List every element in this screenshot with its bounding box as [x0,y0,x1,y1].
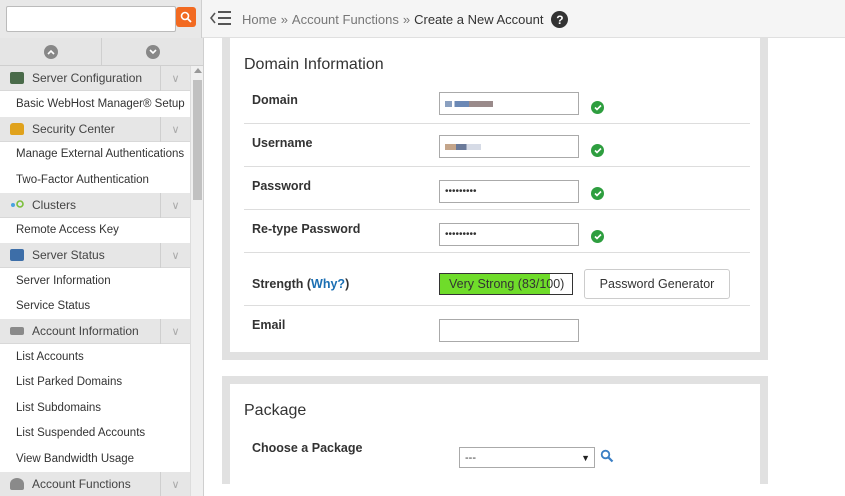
chevron-down-icon[interactable]: ∨ [160,243,190,268]
category-label: Server Status [32,248,105,262]
check-icon [591,187,604,200]
password-label: Password [252,179,312,193]
scroll-up-icon[interactable] [194,68,202,73]
chevron-down-icon[interactable]: ∨ [160,116,190,142]
retype-password-label: Re-type Password [252,222,361,236]
sidebar: Server Configuration ∨ Basic WebHost Man… [0,38,204,496]
password-row: Password ••••••••• [244,167,750,210]
category-label: Clusters [32,197,77,212]
sidebar-scrollbar[interactable] [190,66,203,496]
panel-title: Domain Information [244,56,384,73]
breadcrumb-section[interactable]: Account Functions [292,12,399,27]
password-field[interactable]: ••••••••• [439,180,579,203]
category-label: Security Center [32,121,115,136]
category-label: Account Functions [32,476,131,491]
breadcrumb-current: Create a New Account [414,12,544,27]
chevron-down-icon [145,44,160,59]
retype-password-field[interactable]: ••••••••• [439,223,579,246]
domain-field[interactable] [439,92,579,115]
chevron-down-icon[interactable]: ∨ [160,471,190,496]
sidebar-item-list-parked-domains[interactable]: List Parked Domains [0,369,190,395]
check-icon [591,101,604,114]
user-icon [10,477,24,490]
sidebar-item-server-information[interactable]: Server Information [0,268,190,294]
sidebar-category-server-status[interactable]: Server Status ∨ [0,243,190,268]
password-strength-meter: Very Strong (83/100) [439,273,573,295]
redacted-value [445,143,481,150]
strength-label: Strength (Why?) [252,277,350,291]
breadcrumb: Home » Account Functions » Create a New … [242,11,569,28]
why-link[interactable]: Why? [311,277,345,291]
strength-row: Strength (Why?) Very Strong (83/100) Pas… [244,263,750,306]
sidebar-tab-down[interactable] [102,38,203,65]
search-input[interactable] [6,6,176,32]
sidebar-item-basic-webhost-manager-setup[interactable]: Basic WebHost Manager® Setup [0,91,190,117]
sidebar-item-remote-access-key[interactable]: Remote Access Key [0,217,190,243]
strength-text: Very Strong (83/100) [449,277,565,291]
sidebar-category-account-information[interactable]: Account Information ∨ [0,319,190,344]
password-generator-button[interactable]: Password Generator [584,269,730,299]
breadcrumb-home[interactable]: Home [242,12,277,27]
package-selected-value: --- [465,451,476,464]
search-button[interactable] [176,7,196,27]
collapse-sidebar-icon[interactable] [210,9,232,27]
chevron-down-icon[interactable]: ∨ [160,319,190,344]
sidebar-category-server-configuration[interactable]: Server Configuration ∨ [0,66,190,91]
sidebar-category-clusters[interactable]: Clusters ∨ [0,192,190,218]
monitor-icon [10,249,24,261]
username-field[interactable] [439,135,579,158]
email-label: Email [252,318,286,332]
chevron-up-icon [43,44,58,59]
sidebar-category-account-functions[interactable]: Account Functions ∨ [0,471,190,496]
redacted-value [445,100,493,107]
panel-title: Package [244,402,307,419]
top-bar: Home » Account Functions » Create a New … [202,0,845,38]
sidebar-search-area [0,0,202,38]
category-label: Server Configuration [32,71,143,85]
email-row: Email [244,306,750,349]
sidebar-tabs [0,38,203,66]
account-info-icon [10,327,24,335]
choose-package-label: Choose a Package [252,441,363,455]
domain-row: Domain [244,81,750,124]
sidebar-item-list-suspended-accounts[interactable]: List Suspended Accounts [0,420,190,446]
search-icon [180,11,192,23]
domain-information-panel: Domain Information Domain Username Passw… [222,38,768,360]
breadcrumb-separator: » [402,12,411,27]
package-select[interactable]: --- ▼ [459,447,595,468]
username-row: Username [244,124,750,167]
retype-password-row: Re-type Password ••••••••• [244,210,750,253]
clusters-icon [10,199,24,211]
chevron-down-icon[interactable]: ∨ [160,66,190,91]
sidebar-item-service-status[interactable]: Service Status [0,293,190,319]
email-field[interactable] [439,319,579,342]
check-icon [591,144,604,157]
sidebar-category-security-center[interactable]: Security Center ∨ [0,116,190,142]
strength-label-text: Strength [252,277,304,291]
help-icon[interactable]: ? [551,11,569,28]
sidebar-menu: Server Configuration ∨ Basic WebHost Man… [0,66,190,496]
server-config-icon [10,72,24,84]
scrollbar-thumb[interactable] [193,80,202,200]
check-icon [591,230,604,243]
category-label: Account Information [32,324,139,338]
sidebar-item-two-factor-authentication[interactable]: Two-Factor Authentication [0,167,190,193]
magnifier-icon[interactable] [600,449,614,463]
dropdown-arrow-icon: ▼ [581,452,590,463]
sidebar-item-manage-external-authentications[interactable]: Manage External Authentications [0,141,190,167]
breadcrumb-separator: » [280,12,288,27]
chevron-down-icon[interactable]: ∨ [160,192,190,218]
sidebar-tab-up[interactable] [0,38,102,65]
lock-icon [10,122,24,135]
domain-label: Domain [252,93,298,107]
package-panel: Package Choose a Package --- ▼ [222,376,768,484]
username-label: Username [252,136,313,150]
sidebar-item-list-subdomains[interactable]: List Subdomains [0,395,190,421]
sidebar-item-list-accounts[interactable]: List Accounts [0,344,190,370]
sidebar-item-view-bandwidth-usage[interactable]: View Bandwidth Usage [0,446,190,472]
